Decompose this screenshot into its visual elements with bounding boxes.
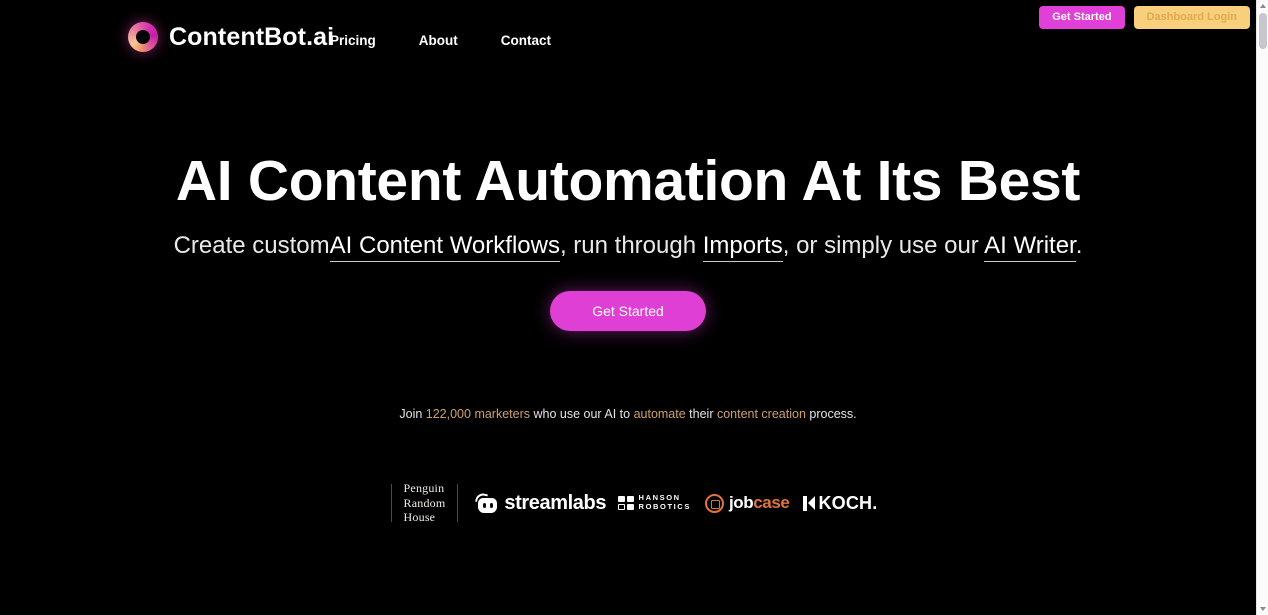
- social-proof-text: Join 122,000 marketers who use our AI to…: [0, 407, 1256, 421]
- social-proof-suffix: process.: [805, 407, 857, 421]
- hero-subtitle-text-2: , run through: [559, 231, 703, 259]
- hanson-wordmark: HANSON ROBOTICS: [638, 493, 691, 512]
- hero-subtitle-text-4: .: [1075, 231, 1083, 259]
- header-dashboard-login-button[interactable]: Dashboard Login: [1133, 6, 1250, 29]
- streamlabs-mask-icon: [475, 491, 498, 514]
- hero-get-started-button[interactable]: Get Started: [550, 291, 706, 332]
- hero-subtitle-text-3: , or simply use our: [782, 231, 985, 259]
- link-ai-writer[interactable]: AI Writer: [984, 231, 1076, 262]
- social-proof-prefix: Join: [399, 407, 426, 421]
- logo-streamlabs: streamlabs: [475, 491, 607, 515]
- page-root: ContentBot.ai Pricing About Contact Get …: [0, 0, 1268, 615]
- scroll-down-arrow-icon[interactable]: [1257, 603, 1268, 615]
- scrollbar-thumb[interactable]: [1259, 13, 1267, 49]
- contentbot-ring-logo-icon: [128, 22, 158, 52]
- header-get-started-button[interactable]: Get Started: [1039, 6, 1125, 29]
- streamlabs-wordmark: streamlabs: [504, 491, 607, 514]
- jobcase-at-icon: [704, 493, 724, 513]
- jobcase-wordmark: jobcase: [729, 493, 790, 513]
- social-proof-content-creation: content creation: [716, 407, 806, 421]
- hanson-grid-icon: [618, 496, 634, 510]
- logo-hanson-robotics: HANSON ROBOTICS: [618, 493, 691, 512]
- site-header: ContentBot.ai Pricing About Contact Get …: [0, 0, 1256, 62]
- penguin-line-3: House: [403, 510, 436, 525]
- hero-subtitle-text-1: Create custom: [173, 231, 330, 259]
- logo-divider-left: [390, 484, 392, 522]
- penguin-line-2: Random: [403, 495, 446, 510]
- link-ai-content-workflows[interactable]: AI Content Workflows: [329, 231, 560, 262]
- scroll-up-arrow-icon[interactable]: [1257, 0, 1268, 12]
- brand-logo[interactable]: ContentBot.ai: [128, 22, 334, 52]
- social-proof-count: 122,000 marketers: [425, 407, 531, 421]
- koch-wordmark: KOCH.: [818, 492, 878, 513]
- hero-section: AI Content Automation At Its Best Create…: [0, 149, 1256, 332]
- page-viewport: ContentBot.ai Pricing About Contact Get …: [0, 0, 1256, 615]
- vertical-scrollbar[interactable]: [1256, 0, 1268, 615]
- koch-arrow-icon: [803, 495, 816, 511]
- brand-name: ContentBot.ai: [169, 22, 335, 51]
- logo-jobcase: jobcase: [704, 493, 790, 513]
- logo-divider-right: [457, 484, 459, 522]
- main-nav: Pricing About Contact: [330, 33, 551, 48]
- jobcase-word-job: job: [728, 493, 754, 512]
- header-actions: Get Started Dashboard Login: [1039, 6, 1250, 29]
- hero-cta-wrapper: Get Started: [0, 291, 1256, 332]
- social-proof-automate: automate: [633, 407, 686, 421]
- nav-item-pricing[interactable]: Pricing: [330, 33, 376, 48]
- client-logo-strip: Penguin Random House streamlabs HANSON R: [0, 481, 1256, 525]
- penguin-line-1: Penguin: [403, 481, 445, 496]
- social-proof-middle-2: their: [685, 407, 717, 421]
- link-imports[interactable]: Imports: [702, 231, 783, 262]
- jobcase-word-case: case: [753, 493, 790, 512]
- hero-subtitle: Create customAI Content Workflows, run t…: [0, 230, 1256, 262]
- nav-item-contact[interactable]: Contact: [501, 33, 551, 48]
- logo-koch: KOCH.: [803, 493, 877, 514]
- hanson-line-2: ROBOTICS: [638, 502, 691, 511]
- page-title: AI Content Automation At Its Best: [175, 149, 1081, 213]
- social-proof-middle: who use our AI to: [530, 407, 634, 421]
- nav-item-about[interactable]: About: [419, 33, 458, 48]
- logo-penguin-random-house: Penguin Random House: [404, 481, 446, 525]
